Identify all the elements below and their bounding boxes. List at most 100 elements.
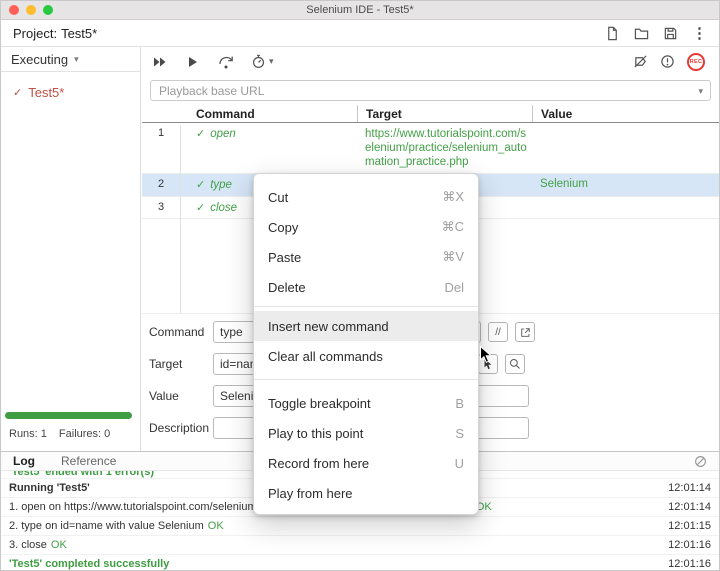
tab-reference[interactable]: Reference [61, 454, 116, 468]
save-project-button[interactable] [663, 26, 678, 41]
kebab-menu-icon: ⋮ [692, 26, 707, 41]
comment-icon: // [495, 327, 501, 338]
menu-item-copy[interactable]: Copy ⌘C [254, 212, 478, 242]
menu-item-label: Delete [268, 280, 306, 295]
menu-item-clear-all-commands[interactable]: Clear all commands [254, 341, 478, 371]
search-icon [509, 358, 521, 370]
menu-shortcut: ⌘V [442, 249, 464, 265]
log-text: 'Test5' completed successfully [9, 558, 660, 570]
sidebar-item-test5[interactable]: ✓ Test5* [1, 82, 140, 103]
menu-shortcut: ⌘X [442, 189, 464, 205]
menu-item-insert-new-command[interactable]: Insert new command [254, 311, 478, 341]
test-name: Test5* [28, 85, 64, 100]
tab-log[interactable]: Log [13, 454, 35, 468]
log-entry: 3. closeOK 12:01:16 [1, 536, 719, 555]
menu-item-record-from-here[interactable]: Record from here U [254, 448, 478, 478]
menu-shortcut: B [455, 396, 464, 411]
overflow-menu-button[interactable]: ⋮ [692, 26, 707, 41]
description-field-label: Description [149, 421, 213, 435]
log-text: 2. type on id=name with value SeleniumOK [9, 520, 660, 532]
ok-badge: OK [51, 539, 67, 551]
tests-dropdown[interactable]: Executing ▾ [1, 47, 140, 72]
play-icon [185, 54, 201, 70]
test-speed-control[interactable]: ▾ [251, 54, 274, 69]
command-name: close [210, 202, 237, 214]
row-target: https://www.tutorialspoint.com/selenium/… [357, 127, 532, 169]
row-command: ✓ open [180, 127, 357, 140]
external-link-icon [520, 327, 531, 338]
playback-url-row: ▾ [142, 76, 719, 105]
comment-toggle-button[interactable]: // [488, 322, 508, 342]
check-icon: ✓ [196, 128, 205, 140]
log-time: 12:01:16 [668, 558, 711, 570]
check-icon: ✓ [196, 202, 205, 214]
run-stats: Runs: 1 Failures: 0 [9, 428, 110, 440]
menu-item-paste[interactable]: Paste ⌘V [254, 242, 478, 272]
playback-base-url-input[interactable] [150, 80, 711, 101]
command-name: type [210, 179, 232, 191]
chevron-down-icon: ▾ [74, 54, 79, 65]
row-number: 3 [142, 201, 180, 213]
log-time: 12:01:14 [668, 501, 711, 513]
titlebar: Selenium IDE - Test5* [1, 1, 719, 20]
menu-item-label: Copy [268, 220, 298, 235]
menu-item-label: Toggle breakpoint [268, 396, 371, 411]
menu-shortcut: Del [444, 280, 464, 295]
log-entry: 2. type on id=name with value SeleniumOK… [1, 517, 719, 536]
command-table-header: Command Target Value [142, 105, 719, 123]
window-title: Selenium IDE - Test5* [1, 4, 719, 16]
run-all-tests-button[interactable] [152, 54, 168, 70]
rec-label: REC [690, 59, 703, 65]
chevron-down-icon: ▾ [269, 56, 274, 67]
menu-item-toggle-breakpoint[interactable]: Toggle breakpoint B [254, 388, 478, 418]
step-over-icon [218, 54, 234, 70]
menu-item-label: Paste [268, 250, 301, 265]
ok-badge: OK [208, 520, 224, 532]
menu-item-label: Play from here [268, 486, 353, 501]
clear-log-button[interactable] [694, 455, 707, 468]
find-target-button[interactable] [505, 354, 525, 374]
runs-count: Runs: 1 [9, 428, 47, 440]
project-actions: ⋮ [605, 26, 707, 41]
playback-toolbar: ▾ REC [142, 47, 719, 76]
selenium-ide-window: Selenium IDE - Test5* Project:Test5* ⋮ E… [0, 0, 720, 571]
new-project-button[interactable] [605, 26, 620, 41]
progress-bar [5, 412, 132, 419]
menu-item-label: Record from here [268, 456, 369, 471]
run-all-icon [152, 54, 168, 70]
context-menu: Cut ⌘X Copy ⌘C Paste ⌘V Delete Del Inser… [253, 173, 479, 515]
menu-item-label: Clear all commands [268, 349, 383, 364]
open-reference-button[interactable] [515, 322, 535, 342]
open-project-button[interactable] [634, 26, 649, 41]
menu-item-label: Play to this point [268, 426, 363, 441]
disable-breakpoints-button[interactable] [633, 54, 648, 69]
pause-on-exceptions-button[interactable] [660, 54, 675, 69]
menu-item-play-from-here[interactable]: Play from here [254, 478, 478, 508]
row-value: Selenium [532, 178, 719, 190]
menu-shortcut: U [455, 456, 464, 471]
menu-item-delete[interactable]: Delete Del [254, 272, 478, 302]
log-time: 12:01:16 [668, 539, 711, 551]
disable-breakpoints-icon [633, 54, 648, 69]
menu-item-cut[interactable]: Cut ⌘X [254, 182, 478, 212]
table-row[interactable]: 1 ✓open https://www.tutorialspoint.com/s… [142, 123, 719, 174]
command-name: open [210, 128, 236, 140]
command-field-label: Command [149, 325, 213, 339]
log-entry: 'Test5' completed successfully 12:01:16 [1, 555, 719, 571]
menu-item-play-to-this-point[interactable]: Play to this point S [254, 418, 478, 448]
menu-separator [254, 306, 478, 307]
record-button[interactable]: REC [687, 53, 705, 71]
menu-separator [254, 379, 478, 380]
pointer-icon [483, 358, 493, 370]
row-number: 2 [142, 178, 180, 190]
menu-item-label: Cut [268, 190, 288, 205]
select-target-button[interactable] [478, 354, 498, 374]
exception-icon [660, 54, 675, 69]
target-field-label: Target [149, 357, 213, 371]
menu-shortcut: ⌘C [442, 219, 464, 235]
step-over-button[interactable] [218, 54, 234, 70]
save-icon [663, 26, 678, 41]
value-field-label: Value [149, 389, 213, 403]
run-current-test-button[interactable] [185, 54, 201, 70]
header-command: Command [180, 107, 357, 121]
